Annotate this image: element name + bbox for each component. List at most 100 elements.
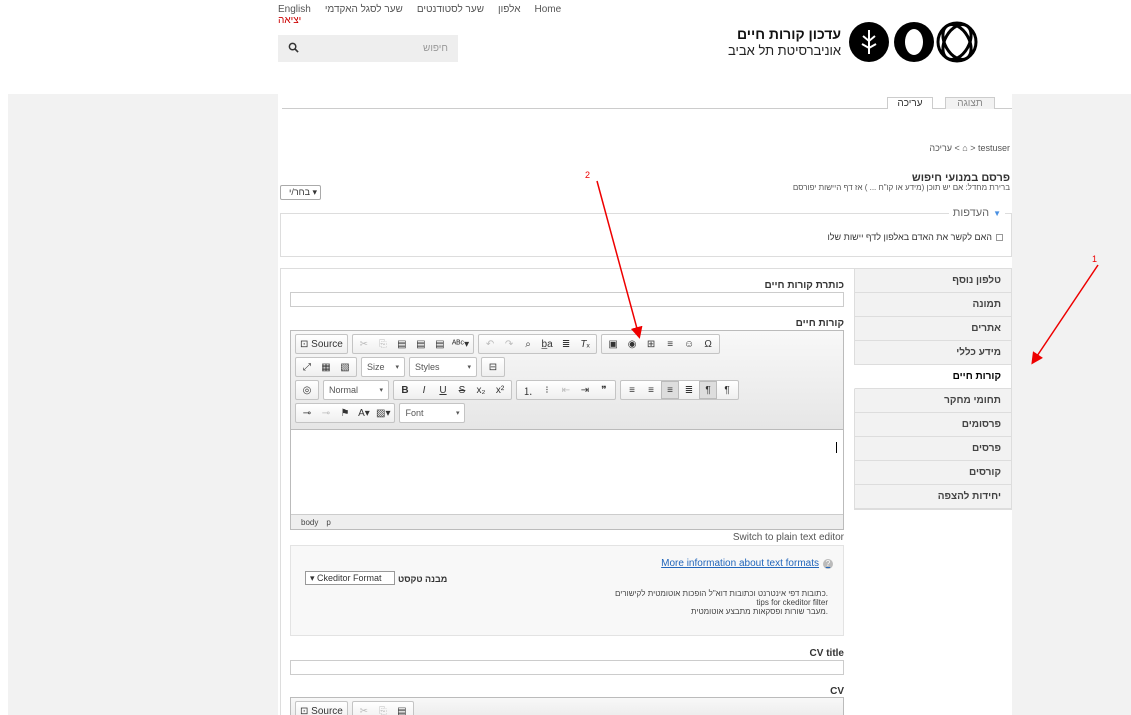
switch-plain-text-link[interactable]: Switch to plain text editor: [733, 532, 844, 543]
vtab-websites[interactable]: אתרים: [855, 317, 1011, 341]
rtl-icon[interactable]: ¶: [699, 381, 717, 399]
align-left-icon[interactable]: ≡: [623, 381, 641, 399]
cut-icon[interactable]: ✂: [355, 702, 373, 715]
editor-content[interactable]: [291, 430, 843, 505]
strikethrough-icon[interactable]: S: [453, 381, 471, 399]
publish-description: ברירת מחדל: אם יש תוכן (מידע או קו"ח ...…: [792, 183, 1010, 192]
link-person-checkbox[interactable]: האם לקשר את האדם באלפון לדף יישות שלו: [827, 232, 1003, 242]
copy-icon[interactable]: ⎘: [374, 335, 392, 353]
image-icon[interactable]: ▣: [604, 335, 622, 353]
underline-icon[interactable]: U: [434, 381, 452, 399]
special-char-icon[interactable]: Ω: [699, 335, 717, 353]
find-icon[interactable]: ⌕: [519, 335, 537, 353]
show-blocks-icon[interactable]: ▧: [336, 358, 354, 376]
undo-icon[interactable]: ↶: [481, 335, 499, 353]
blockquote-icon[interactable]: ❞: [595, 381, 613, 399]
copy-icon[interactable]: ⎘: [374, 702, 392, 715]
table-icon[interactable]: ⊞: [642, 335, 660, 353]
search-box[interactable]: חיפוש: [278, 35, 458, 62]
site-logo[interactable]: עדכון קורות חיים אוניברסיטת תל אביב: [728, 20, 997, 64]
justify-icon[interactable]: ≣: [680, 381, 698, 399]
link-icon[interactable]: ⊸: [298, 404, 316, 422]
size-dropdown[interactable]: Size ▾: [361, 357, 405, 377]
more-info-link[interactable]: More information about text formats ?: [661, 558, 833, 569]
horizontal-line-icon[interactable]: ≡: [661, 335, 679, 353]
nav-english[interactable]: English: [278, 4, 311, 15]
bold-icon[interactable]: B: [396, 381, 414, 399]
preferences-legend-label: העדפות: [952, 207, 990, 219]
cv-en-editor[interactable]: ⊡ Source ✂ ⎘ ▤: [290, 697, 844, 715]
more-info-text[interactable]: More information about text formats: [661, 558, 819, 569]
superscript-icon[interactable]: x²: [491, 381, 509, 399]
unlink-icon[interactable]: ⊸: [317, 404, 335, 422]
smiley-icon[interactable]: ☺: [680, 335, 698, 353]
vtab-photo[interactable]: תמונה: [855, 293, 1011, 317]
text-format-select[interactable]: ▾ Ckeditor Format: [305, 571, 395, 585]
indent-icon[interactable]: ⇥: [576, 381, 594, 399]
nav-directory[interactable]: אלפון: [498, 4, 520, 15]
nav-admin-portal[interactable]: שער לסגל האקדמי: [325, 4, 403, 15]
nav-home[interactable]: Home: [535, 4, 562, 15]
university-emblem-icon: [849, 21, 978, 63]
paste-word-icon[interactable]: ▤: [431, 335, 449, 353]
tab-edit[interactable]: עריכה: [887, 97, 933, 109]
breadcrumb[interactable]: עריכה < ⌂ > testuser: [929, 143, 1010, 153]
text-color-icon[interactable]: A▾: [355, 404, 373, 422]
search-input[interactable]: חיפוש: [423, 43, 448, 54]
editor-toolbar: ⊡ Source ✂ ⎘ ▤ ▤ ▤ ᴬᴮᶜ▾ ↶ ↷ ⌕ b̲a ≣ Tₓ ▣…: [291, 331, 843, 430]
vtab-publications[interactable]: פרסומים: [855, 413, 1011, 437]
subscript-icon[interactable]: x₂: [472, 381, 490, 399]
format-tips: כתובות דפי אינטרנט וכתובות דוא"ל הופכות …: [615, 589, 828, 616]
checkbox-icon[interactable]: [996, 233, 1003, 241]
search-icon[interactable]: [288, 40, 299, 58]
path-p[interactable]: p: [326, 518, 330, 527]
align-right-icon[interactable]: ≡: [661, 381, 679, 399]
help-icon[interactable]: ?: [823, 558, 833, 569]
path-body[interactable]: body: [301, 518, 318, 527]
font-dropdown[interactable]: Font ▾: [399, 403, 466, 423]
anchor-flag-icon[interactable]: ⚑: [336, 404, 354, 422]
vtab-awards[interactable]: פרסים: [855, 437, 1011, 461]
bg-color-icon[interactable]: ▨▾: [374, 404, 392, 422]
preferences-legend[interactable]: העדפות ▼: [948, 207, 1005, 219]
template-icon[interactable]: ⊟: [484, 358, 502, 376]
numbered-list-icon[interactable]: ⒈: [519, 381, 537, 399]
styles-dropdown[interactable]: Styles ▾: [409, 357, 477, 377]
outdent-icon[interactable]: ⇤: [557, 381, 575, 399]
ltr-icon[interactable]: ¶: [718, 381, 736, 399]
paste-icon[interactable]: ▤: [393, 702, 411, 715]
vtab-courses[interactable]: קורסים: [855, 461, 1011, 485]
publish-select[interactable]: בחר/י ▾: [280, 185, 321, 200]
source-button-2[interactable]: ⊡ Source: [298, 702, 345, 715]
align-center-icon[interactable]: ≡: [642, 381, 660, 399]
show-blocks-icon[interactable]: ▦: [317, 358, 335, 376]
flash-icon[interactable]: ◉: [623, 335, 641, 353]
paste-text-icon[interactable]: ▤: [412, 335, 430, 353]
redo-icon[interactable]: ↷: [500, 335, 518, 353]
nav-student-portal[interactable]: שער לסטודנטים: [417, 4, 484, 15]
cv-title-input[interactable]: [290, 660, 844, 675]
replace-icon[interactable]: b̲a: [538, 335, 556, 353]
bullet-list-icon[interactable]: ⁝: [538, 381, 556, 399]
vtab-general-info[interactable]: מידע כללי: [855, 341, 1011, 365]
tab-view[interactable]: תצוגה: [945, 97, 995, 109]
select-all-icon[interactable]: ≣: [557, 335, 575, 353]
cv-editor[interactable]: ⊡ Source ✂ ⎘ ▤ ▤ ▤ ᴬᴮᶜ▾ ↶ ↷ ⌕ b̲a ≣ Tₓ ▣…: [290, 330, 844, 530]
cv-heading-input[interactable]: [290, 292, 844, 307]
logout-link[interactable]: יציאה: [278, 15, 301, 26]
top-nav: English שער לסגל האקדמי שער לסטודנטים אל…: [278, 4, 561, 15]
source-button[interactable]: ⊡ Source: [298, 335, 345, 353]
vtab-extra-phone[interactable]: טלפון נוסף: [855, 269, 1011, 293]
vtab-cv[interactable]: קורות חיים: [854, 365, 1011, 389]
vtab-research-areas[interactable]: תחומי מחקר: [855, 389, 1011, 413]
spellcheck-icon[interactable]: ᴬᴮᶜ▾: [450, 335, 471, 353]
link-globe-icon[interactable]: ◎: [298, 381, 316, 399]
italic-icon[interactable]: I: [415, 381, 433, 399]
vtab-units[interactable]: יחידות להצפה: [855, 485, 1011, 509]
link-person-label: האם לקשר את האדם באלפון לדף יישות שלו: [827, 232, 992, 242]
maximize-icon[interactable]: ⤢: [298, 358, 316, 376]
format-dropdown[interactable]: Normal ▾: [323, 380, 389, 400]
remove-format-icon[interactable]: Tₓ: [576, 335, 594, 353]
paste-icon[interactable]: ▤: [393, 335, 411, 353]
cut-icon[interactable]: ✂: [355, 335, 373, 353]
